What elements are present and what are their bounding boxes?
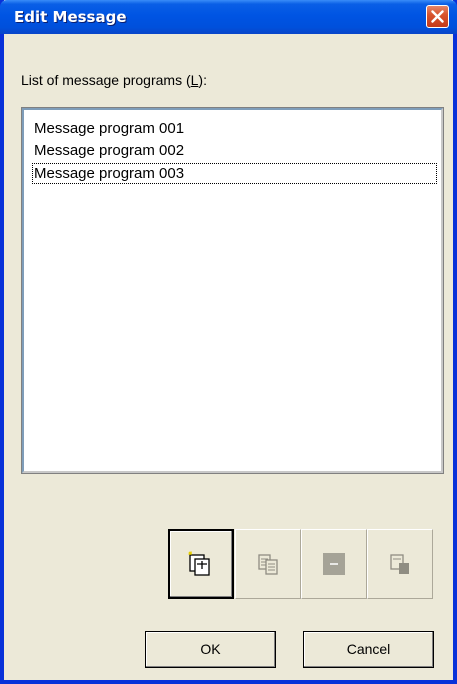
copy-message-button[interactable] xyxy=(235,529,301,599)
delete-icon xyxy=(323,553,345,575)
new-item-icon xyxy=(188,551,210,576)
close-icon xyxy=(431,10,444,23)
ok-button[interactable]: OK xyxy=(145,631,276,668)
message-program-list[interactable]: Message program 001 Message program 002 … xyxy=(21,107,444,474)
move-message-button[interactable] xyxy=(367,529,433,599)
move-icon xyxy=(390,554,409,574)
close-button[interactable] xyxy=(426,5,449,28)
delete-message-button[interactable] xyxy=(301,529,367,599)
title-bar: Edit Message xyxy=(0,0,457,34)
new-message-button[interactable] xyxy=(168,529,234,599)
dialog-title: Edit Message xyxy=(14,8,127,26)
list-item[interactable]: Message program 002 xyxy=(32,140,437,161)
list-item[interactable]: Message program 003 xyxy=(32,163,437,184)
list-item[interactable]: Message program 001 xyxy=(32,118,437,139)
list-label: List of message programs (L): xyxy=(21,72,207,88)
copy-icon xyxy=(258,554,278,575)
cancel-button[interactable]: Cancel xyxy=(303,631,434,668)
